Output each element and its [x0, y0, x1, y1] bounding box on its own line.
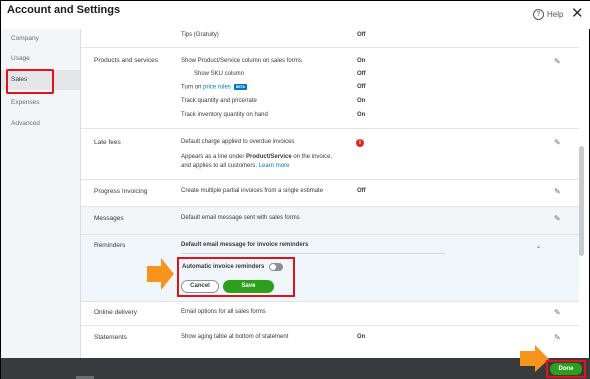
setting-value: On [357, 98, 366, 104]
setting-label: Default email message sent with sales fo… [181, 215, 300, 221]
settings-sidebar: Company Usage Sales Expenses Advanced [1, 29, 81, 358]
sidebar-item-advanced[interactable]: Advanced [1, 114, 80, 134]
help-button[interactable]: ? Help [533, 9, 563, 20]
messages-section[interactable]: Messages Default email message sent with… [81, 207, 579, 235]
setting-label: Track quantity and price/rate [181, 98, 257, 104]
section-label-progress: Progress Invoicing [94, 188, 148, 195]
late-fees-section[interactable]: Late fees Default charge applied to over… [81, 129, 579, 180]
reminder-message-dropdown[interactable]: Default email message for invoice remind… [181, 240, 541, 254]
section-label-statements: Statements [94, 334, 127, 341]
section-label-products: Products and services [94, 57, 158, 64]
sidebar-item-usage[interactable]: Usage [1, 49, 80, 69]
learn-more-link[interactable]: Learn more [259, 163, 290, 169]
setting-label: Show SKU column [194, 71, 245, 77]
progress-invoicing-section[interactable]: Progress Invoicing Create multiple parti… [81, 180, 579, 207]
section-label-reminders: Reminders [94, 242, 126, 249]
setting-label-prefix: Turn on [181, 84, 204, 91]
setting-label: Show Product/Service column on sales for… [181, 58, 302, 64]
setting-label: Show aging table at bottom of statement [181, 334, 289, 340]
edit-pencil-icon[interactable]: ✎ [554, 214, 561, 223]
warning-icon: ! [356, 139, 364, 147]
setting-value: On [357, 58, 366, 64]
help-icon: ? [533, 9, 544, 20]
scrollbar[interactable] [579, 146, 584, 256]
close-icon[interactable]: ✕ [571, 6, 584, 21]
statements-section[interactable]: Statements Show aging table at bottom of… [81, 326, 579, 358]
sidebar-item-expenses[interactable]: Expenses [1, 93, 80, 113]
products-services-section[interactable]: Products and services Show Product/Servi… [81, 48, 579, 129]
description-text: and applies to all customers. [181, 163, 259, 169]
price-rules-link[interactable]: price rules [203, 85, 231, 91]
section-label-messages: Messages [94, 215, 124, 222]
setting-value: On [357, 334, 366, 340]
description-text: on the invoice, [291, 154, 333, 160]
price-rules-setting: Turn on price rules BETA [181, 84, 248, 91]
settings-content: Tips (Gratuity) Off Products and service… [81, 29, 579, 358]
late-fees-description: Appears as a line under Product/Service … [181, 154, 332, 160]
dropdown-label: Default email message for invoice remind… [181, 242, 309, 248]
footer-bar [1, 358, 590, 379]
sidebar-item-company[interactable]: Company [1, 29, 80, 49]
orange-arrow-icon [147, 258, 174, 290]
edit-pencil-icon[interactable]: ✎ [554, 138, 561, 147]
section-label-online-delivery: Online delivery [94, 309, 137, 316]
setting-value: On [357, 112, 366, 118]
settings-window: Account and Settings ? Help ✕ Company Us… [0, 0, 590, 379]
title-bar: Account and Settings ? Help ✕ [1, 1, 590, 29]
edit-pencil-icon[interactable]: ✎ [554, 308, 561, 317]
setting-label: Default charge applied to overdue invoic… [181, 139, 295, 145]
highlight-box-sales [6, 69, 54, 94]
setting-label: Create multiple partial invoices from a … [181, 188, 324, 194]
section-label-late-fees: Late fees [94, 139, 121, 146]
help-label: Help [547, 10, 564, 19]
beta-badge: BETA [233, 84, 248, 90]
edit-pencil-icon[interactable]: ✎ [554, 187, 561, 196]
window-title: Account and Settings [7, 4, 121, 16]
tips-value: Off [357, 32, 366, 38]
done-button[interactable]: Done [550, 363, 582, 375]
edit-pencil-icon[interactable]: ✎ [554, 333, 561, 342]
tips-label: Tips (Gratuity) [181, 32, 219, 38]
online-delivery-section[interactable]: Online delivery Email options for all sa… [81, 302, 579, 326]
chevron-down-icon: ⌄ [536, 244, 542, 250]
setting-value: Off [357, 71, 366, 77]
setting-label: Email options for all sales forms [181, 309, 266, 315]
late-fees-description-2: and applies to all customers. Learn more [181, 163, 289, 169]
setting-value: Off [357, 188, 366, 194]
edit-pencil-icon[interactable]: ✎ [554, 57, 561, 66]
highlight-box-reminders [177, 257, 295, 297]
setting-label: Track inventory quantity on hand [181, 112, 268, 118]
tips-row: Tips (Gratuity) Off [81, 29, 579, 48]
description-text: Appears as a line under [181, 154, 247, 160]
setting-value: Off [357, 84, 366, 90]
description-bold: Product/Service [246, 154, 292, 160]
